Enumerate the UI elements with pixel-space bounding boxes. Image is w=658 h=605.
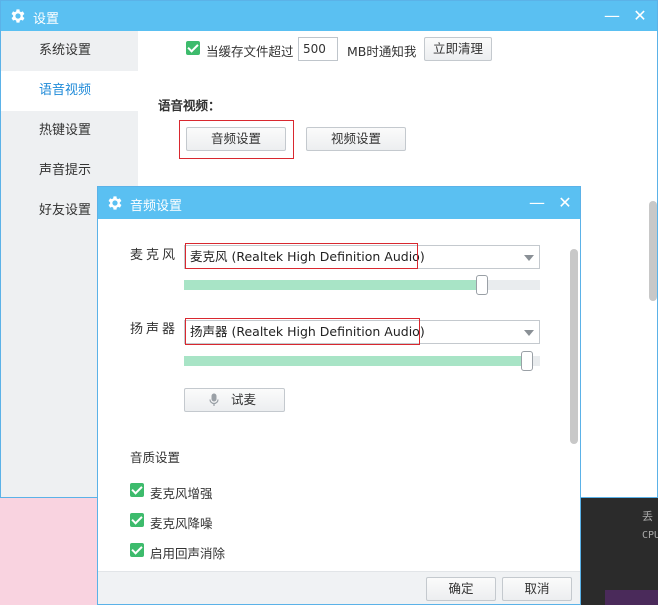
- mic-denoise-checkbox[interactable]: [130, 513, 144, 527]
- cancel-button[interactable]: 取消: [502, 577, 572, 601]
- speaker-volume-fill: [184, 356, 527, 366]
- clear-cache-button[interactable]: 立即清理: [424, 37, 492, 61]
- option-mic-enhance[interactable]: 麦克风增强: [130, 480, 330, 501]
- highlight-frame-microphone: [185, 243, 418, 269]
- gear-icon: [108, 196, 122, 210]
- sidebar-item-system[interactable]: 系统设置: [1, 31, 138, 71]
- microphone-label: 麦克风: [130, 248, 179, 263]
- sidebar-item-hotkeys[interactable]: 热键设置: [1, 111, 138, 151]
- dialog-scrollbar[interactable]: [570, 249, 578, 444]
- sidebar-item-sound-alerts[interactable]: 声音提示: [1, 151, 138, 191]
- speaker-label: 扬声器: [130, 322, 179, 337]
- mic-enhance-checkbox[interactable]: [130, 483, 144, 497]
- minimize-icon: —: [604, 6, 620, 25]
- option-echo-cancel[interactable]: 启用回声消除: [130, 540, 330, 561]
- gear-icon: [11, 9, 25, 23]
- settings-scrollbar[interactable]: [649, 201, 657, 301]
- video-settings-button[interactable]: 视频设置: [306, 127, 406, 151]
- highlight-frame-speaker: [185, 318, 420, 345]
- cache-notify-label: 当缓存文件超过: [206, 44, 294, 59]
- test-mic-label: 试麦: [231, 392, 257, 407]
- minimize-button[interactable]: —: [601, 5, 623, 27]
- settings-title: 设置: [33, 12, 60, 27]
- cache-notify-row: 当缓存文件超过 500 MB时通知我 立即清理: [184, 37, 604, 61]
- microphone-volume-thumb[interactable]: [476, 275, 488, 295]
- background-thumbnail: [605, 590, 658, 605]
- background-desktop-pink: [0, 498, 100, 605]
- dialog-title: 音频设置: [130, 199, 183, 214]
- quality-section-title: 音质设置: [130, 450, 181, 465]
- background-desktop-dark: 丢 CPU: [580, 498, 658, 605]
- close-button[interactable]: ✕: [629, 5, 651, 27]
- close-icon: ✕: [633, 6, 647, 25]
- cache-notify-checkbox[interactable]: [186, 41, 200, 55]
- echo-cancel-checkbox[interactable]: [130, 543, 144, 557]
- voice-video-section-title: 语音视频：: [158, 98, 221, 113]
- settings-titlebar[interactable]: 设置 — ✕: [1, 1, 657, 31]
- chevron-down-icon: [524, 330, 534, 336]
- background-text-1: 丢: [642, 510, 653, 523]
- sidebar-item-voice-video[interactable]: 语音视频: [1, 71, 138, 111]
- test-mic-button[interactable]: 试麦: [184, 388, 285, 412]
- minimize-icon: —: [529, 193, 545, 212]
- dialog-titlebar[interactable]: 音频设置 — ✕: [98, 187, 580, 219]
- dialog-footer: 确定 取消: [98, 571, 580, 604]
- speaker-volume-thumb[interactable]: [521, 351, 533, 371]
- chevron-down-icon: [524, 255, 534, 261]
- speaker-volume-slider[interactable]: [184, 351, 540, 371]
- microphone-volume-fill: [184, 280, 482, 290]
- audio-settings-button[interactable]: 音频设置: [186, 127, 286, 151]
- dialog-body: 麦克风 麦克风 (Realtek High Definition Audio) …: [98, 219, 580, 571]
- close-icon: ✕: [558, 193, 572, 212]
- microphone-icon: [209, 393, 219, 406]
- ok-button[interactable]: 确定: [426, 577, 496, 601]
- dialog-minimize-button[interactable]: —: [526, 192, 548, 214]
- cache-unit-label: MB时通知我: [347, 44, 417, 59]
- background-text-2: CPU: [642, 530, 658, 541]
- audio-settings-dialog: 音频设置 — ✕ 麦克风 麦克风 (Realtek High Definitio…: [97, 186, 581, 605]
- dialog-close-button[interactable]: ✕: [554, 192, 576, 214]
- option-mic-denoise[interactable]: 麦克风降噪: [130, 510, 330, 531]
- microphone-volume-slider[interactable]: [184, 275, 540, 295]
- cache-size-input[interactable]: 500: [298, 37, 338, 61]
- mic-enhance-label: 麦克风增强: [150, 486, 213, 501]
- echo-cancel-label: 启用回声消除: [150, 546, 226, 561]
- mic-denoise-label: 麦克风降噪: [150, 516, 213, 531]
